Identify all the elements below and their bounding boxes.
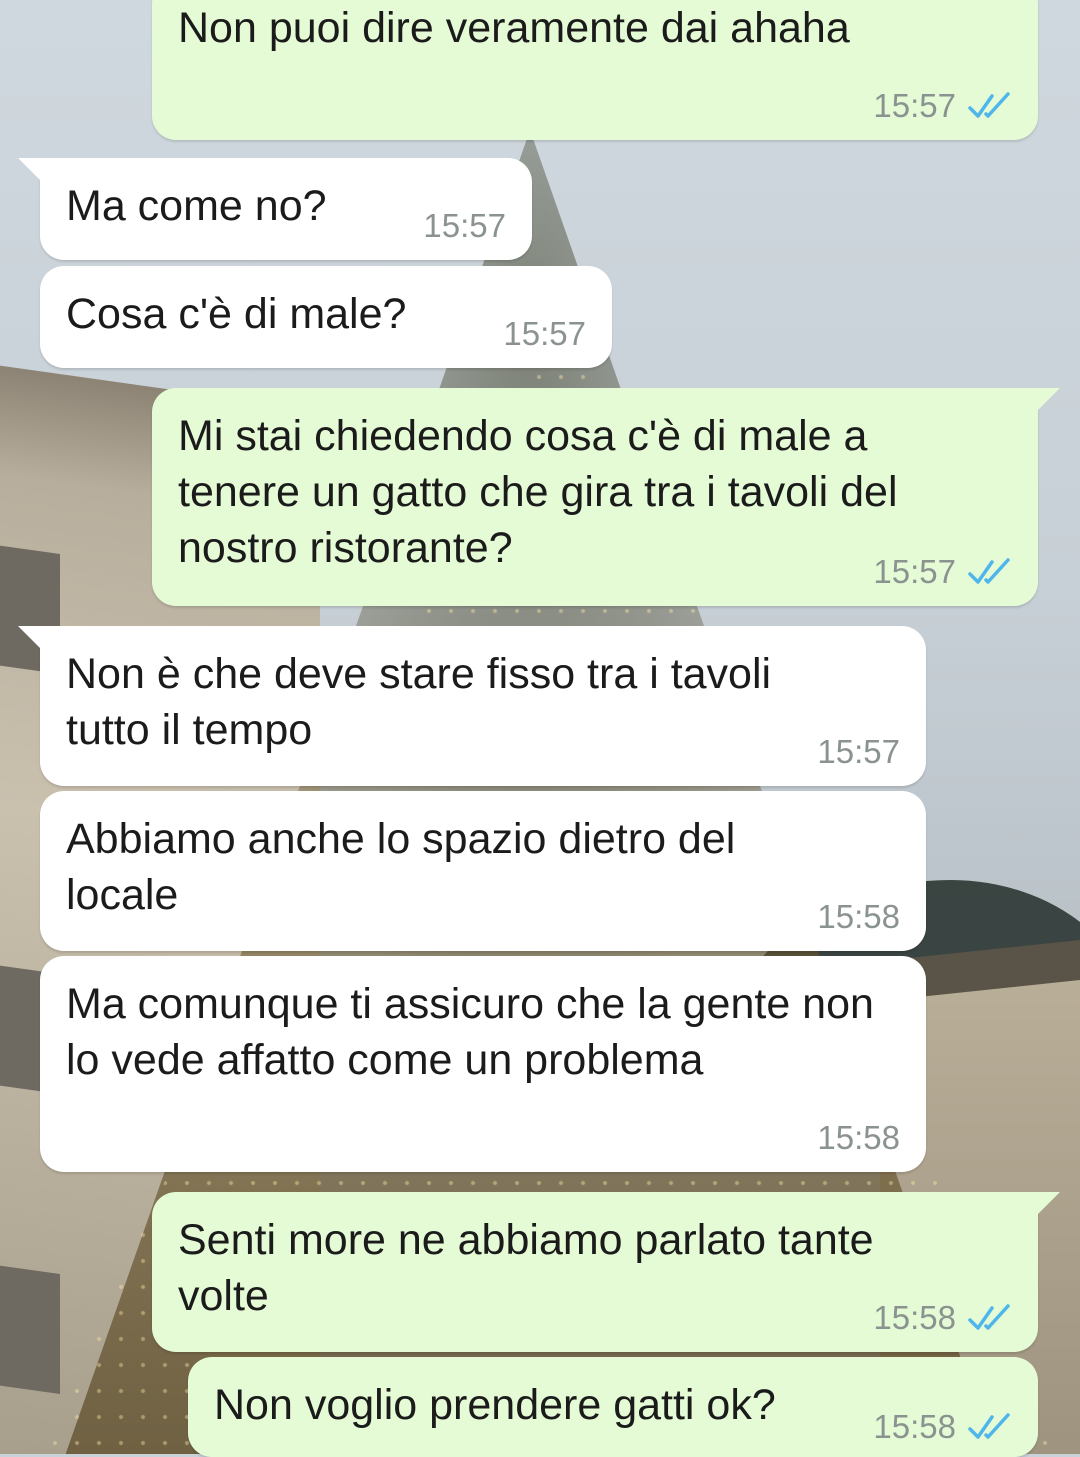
message-text: Non è che deve stare fisso tra i tavoli … [66, 650, 772, 754]
incoming-message[interactable]: Ma comunque ti assicuro che la gente non… [40, 956, 926, 1172]
message-time: 15:57 [873, 87, 956, 124]
outgoing-message[interactable]: Non voglio prendere gatti ok? 15:58 [188, 1357, 1038, 1457]
message-time: 15:57 [873, 553, 956, 590]
message-time: 15:57 [423, 207, 506, 244]
incoming-message[interactable]: Cosa c'è di male? 15:57 [40, 266, 612, 368]
double-check-icon [968, 558, 1010, 584]
message-time: 15:57 [503, 315, 586, 352]
incoming-message[interactable]: Ma come no? 15:57 [18, 158, 532, 260]
double-check-icon [968, 1413, 1010, 1439]
incoming-message[interactable]: Non è che deve stare fisso tra i tavoli … [18, 626, 926, 786]
double-check-icon [968, 92, 1010, 118]
message-time: 15:57 [817, 733, 900, 770]
message-list[interactable]: Non puoi dire veramente dai ahaha 15:57 … [0, 0, 1080, 1457]
message-time: 15:58 [873, 1299, 956, 1336]
message-time: 15:58 [817, 898, 900, 935]
message-text: Non puoi dire veramente dai ahaha [178, 4, 850, 52]
message-text: Abbiamo anche lo spazio dietro del local… [66, 815, 736, 919]
message-time: 15:58 [873, 1408, 956, 1445]
message-text: Mi stai chiedendo cosa c'è di male a ten… [178, 412, 898, 572]
outgoing-message[interactable]: Mi stai chiedendo cosa c'è di male a ten… [152, 388, 1060, 606]
outgoing-message[interactable]: Senti more ne abbiamo parlato tante volt… [152, 1192, 1060, 1352]
incoming-message[interactable]: Abbiamo anche lo spazio dietro del local… [40, 791, 926, 951]
message-time: 15:58 [817, 1119, 900, 1156]
outgoing-message[interactable]: Non puoi dire veramente dai ahaha 15:57 [152, 0, 1038, 140]
message-text: Ma comunque ti assicuro che la gente non… [66, 980, 874, 1084]
double-check-icon [968, 1304, 1010, 1330]
